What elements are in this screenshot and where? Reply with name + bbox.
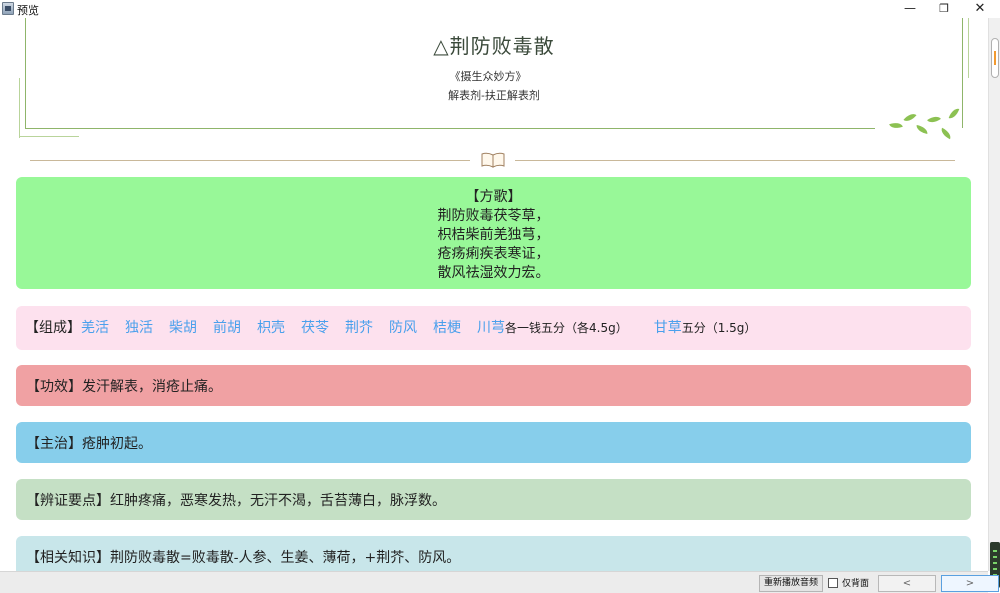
herb-link[interactable]: 茯苓 [301, 320, 329, 336]
previous-button[interactable]: < [878, 575, 936, 592]
open-book-icon [481, 152, 505, 168]
related-label: 【相关知识】 [26, 550, 110, 566]
herb-link[interactable]: 防风 [389, 320, 417, 336]
minimize-button[interactable]: — [893, 0, 927, 18]
prescription-category: 解表剂-扶正解表剂 [448, 89, 540, 102]
diagnosis-text: 红肿疼痛，恶寒发热，无汗不渴，舌苔薄白，脉浮数。 [110, 493, 446, 509]
formula-song-card: 【方歌】 荆防败毒茯苓草， 枳桔柴前羌独芎， 疮疡痢疾表寒证， 散风祛湿效力宏。 [16, 177, 971, 289]
vertical-scrollbar[interactable] [988, 18, 1000, 571]
composition-label: 【组成】 [25, 320, 81, 336]
indication-label: 【主治】 [26, 436, 82, 452]
frame-line [19, 136, 79, 137]
leaf-decoration-icon [889, 120, 903, 131]
effect-label: 【功效】 [26, 379, 82, 395]
herb-dose: 五分（1.5g） [681, 321, 757, 335]
herb-link[interactable]: 柴胡 [169, 320, 197, 336]
related-text: 荆防败毒散=败毒散-人参、生姜、薄荷，+荆芥、防风。 [110, 550, 461, 566]
preview-content: △荆防败毒散 《摄生众妙方》 解表剂-扶正解表剂 【方歌】 荆防败毒茯苓草， 枳… [0, 18, 988, 571]
app-icon [2, 2, 14, 15]
leaf-decoration-icon [903, 110, 917, 125]
window-title: 预览 [17, 5, 39, 17]
herb-link[interactable]: 羌活 [81, 320, 109, 336]
diagnosis-card: 【辨证要点】红肿疼痛，恶寒发热，无汗不渴，舌苔薄白，脉浮数。 [16, 479, 971, 520]
herb-link[interactable]: 独活 [125, 320, 153, 336]
next-button[interactable]: > [941, 575, 999, 592]
leaf-decoration-icon [948, 106, 960, 121]
replay-audio-button[interactable]: 重新播放音频 [759, 575, 823, 592]
formula-song-heading: 【方歌】 [465, 189, 522, 205]
frame-line [25, 128, 875, 129]
herb-link[interactable]: 川芎 [477, 320, 505, 336]
related-knowledge-card: 【相关知识】荆防败毒散=败毒散-人参、生姜、薄荷，+荆芥、防风。 [16, 536, 971, 571]
background-only-checkbox[interactable] [828, 578, 838, 588]
scrollbar-thumb[interactable] [991, 38, 999, 78]
formula-song-line: 疮疡痢疾表寒证， [437, 246, 550, 262]
formula-song-line: 荆防败毒茯苓草， [437, 208, 550, 224]
formula-song-line: 枳桔柴前羌独芎， [437, 227, 550, 243]
prescription-source: 《摄生众妙方》 [449, 70, 527, 83]
herb-link[interactable]: 桔梗 [433, 320, 461, 336]
window-titlebar: 预览 — ❐ ✕ [0, 0, 1000, 18]
divider-line [515, 160, 955, 161]
effect-card: 【功效】发汗解表，消疮止痛。 [16, 365, 971, 406]
indication-text: 疮肿初起。 [82, 436, 152, 452]
herb-link[interactable]: 甘草 [654, 320, 682, 336]
effect-text: 发汗解表，消疮止痛。 [82, 379, 222, 395]
herb-dose: 各一钱五分（各4.5g） [505, 321, 628, 335]
indication-card: 【主治】疮肿初起。 [16, 422, 971, 463]
bottom-toolbar: 重新播放音频 仅背面 < > [0, 571, 999, 593]
scrollbar-grip [994, 51, 996, 65]
herb-link[interactable]: 前胡 [213, 320, 241, 336]
composition-card: 【组成】羌活 独活 柴胡 前胡 枳壳 茯苓 荆芥 防风 桔梗 川芎各一钱五分（各4.5g） 甘草五分… [16, 306, 971, 350]
leaf-decoration-icon [939, 127, 953, 140]
close-button[interactable]: ✕ [963, 0, 997, 18]
divider-line [30, 160, 470, 161]
formula-song-line: 散风祛湿效力宏。 [437, 265, 550, 281]
leaf-decoration-icon [927, 113, 941, 126]
herb-link[interactable]: 荆芥 [345, 320, 373, 336]
diagnosis-label: 【辨证要点】 [26, 493, 110, 509]
restore-button[interactable]: ❐ [927, 0, 961, 18]
prescription-title: △荆防败毒散 [433, 34, 555, 58]
herb-link[interactable]: 枳壳 [257, 320, 285, 336]
leaf-decoration-icon [915, 125, 929, 134]
background-only-label: 仅背面 [842, 579, 870, 589]
